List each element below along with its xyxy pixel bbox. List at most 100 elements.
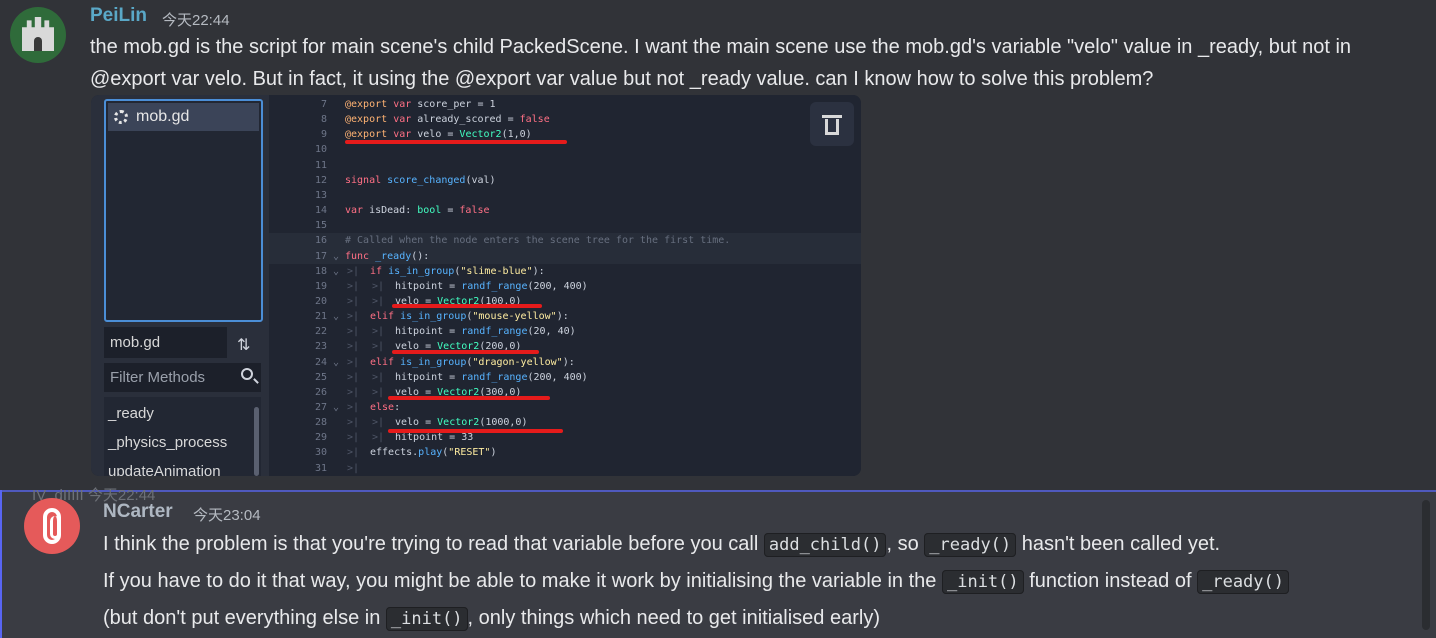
code-line[interactable]: 7 @export var score_per = 1 xyxy=(269,97,861,112)
search-icon xyxy=(241,368,253,380)
red-underline xyxy=(392,350,539,354)
code-line[interactable]: 28 velo = Vector2(1000,0) >| >| xyxy=(269,415,861,430)
line-number: 27 xyxy=(314,402,327,413)
fold-arrow-icon[interactable]: ⌄ xyxy=(333,309,339,324)
code-line[interactable]: 27 ⌄ else: >| xyxy=(269,400,861,415)
fold-arrow-icon[interactable]: ⌄ xyxy=(333,264,339,279)
line-number: 10 xyxy=(314,144,327,156)
user-avatar-ncarter[interactable] xyxy=(24,498,80,554)
fold-arrow-icon[interactable]: ⌄ xyxy=(333,400,339,415)
code-line[interactable]: 16 # Called when the node enters the scen… xyxy=(269,233,861,249)
code-line[interactable]: 21 ⌄ elif is_in_group("mouse-yellow"): >| xyxy=(269,309,861,324)
indent-guide: >| xyxy=(347,311,360,323)
line-number: 26 xyxy=(314,386,327,398)
indent-guide: >| xyxy=(372,432,385,444)
code-line[interactable]: 19 hitpoint = randf_range(200, 400) >| >| xyxy=(269,279,861,294)
method-item[interactable]: _ready xyxy=(108,405,154,422)
file-item-mob-gd[interactable]: mob.gd xyxy=(108,103,259,131)
timestamp-ncarter: 今天23:04 xyxy=(193,507,261,524)
inline-code: _init() xyxy=(941,570,1024,594)
indent-guide: >| xyxy=(372,326,385,338)
gear-icon xyxy=(114,110,128,124)
trash-icon xyxy=(825,119,839,135)
code-line[interactable]: 20 velo = Vector2(100,0) >| >| xyxy=(269,294,861,309)
indent-guide: >| xyxy=(347,371,360,383)
indent-guide: >| xyxy=(347,447,360,459)
code-line[interactable]: 30 effects.play("RESET") >| xyxy=(269,445,861,460)
code-text: hitpoint = randf_range(200, 400) xyxy=(395,280,588,292)
indent-guide: >| xyxy=(347,341,360,353)
code-line[interactable]: 25 hitpoint = randf_range(200, 400) >| >| xyxy=(269,370,861,385)
code-line[interactable]: 31 >| xyxy=(269,461,861,476)
inline-code: _ready() xyxy=(924,533,1017,557)
fold-arrow-icon[interactable]: ⌄ xyxy=(333,355,339,370)
code-line[interactable]: 17 ⌄ func _ready(): xyxy=(269,248,861,264)
line-number: 30 xyxy=(314,447,327,459)
line-number: 8 xyxy=(320,114,327,126)
code-line[interactable]: 18 ⌄ if is_in_group("slime-blue"): >| xyxy=(269,264,861,279)
indent-guide: >| xyxy=(347,462,360,474)
code-line[interactable]: 14 var isDead: bool = false xyxy=(269,203,861,218)
line-number: 12 xyxy=(314,174,327,186)
line-number: 17 xyxy=(314,250,327,262)
code-line[interactable]: 23 velo = Vector2(200,0) >| >| xyxy=(269,339,861,354)
timestamp-peilin: 今天22:44 xyxy=(162,12,230,29)
indent-guide: >| xyxy=(372,295,385,307)
code-line[interactable]: 12 signal score_changed(val) xyxy=(269,173,861,188)
line-number: 19 xyxy=(314,280,327,292)
code-text: hitpoint = randf_range(20, 40) xyxy=(395,326,576,338)
message-line: I think the problem is that you're tryin… xyxy=(103,533,1221,557)
indent-guide: >| xyxy=(372,341,385,353)
method-item[interactable]: updateAnimation xyxy=(108,463,221,476)
line-number: 31 xyxy=(314,462,327,474)
delete-attachment-button[interactable] xyxy=(810,102,854,146)
line-number: 23 xyxy=(314,341,327,353)
code-line[interactable]: 26 velo = Vector2(300,0) >| >| xyxy=(269,385,861,400)
line-number: 16 xyxy=(314,235,327,247)
indent-guide: >| xyxy=(372,417,385,429)
method-item[interactable]: _physics_process xyxy=(108,434,227,451)
code-line[interactable]: 10 xyxy=(269,142,861,157)
indent-guide: >| xyxy=(347,417,360,429)
user-avatar-peilin[interactable] xyxy=(10,7,66,63)
code-line[interactable]: 13 xyxy=(269,188,861,203)
attached-screenshot[interactable]: mob.gd mob.gd ⇅ Filter Methods _ready _p… xyxy=(91,95,861,476)
line-number: 13 xyxy=(314,189,327,201)
method-list-scrollbar[interactable] xyxy=(254,407,259,476)
code-text: elif is_in_group("mouse-yellow"): xyxy=(370,311,569,323)
username-ncarter[interactable]: NCarter xyxy=(103,501,173,523)
script-file-list: mob.gd xyxy=(104,99,263,322)
inline-code: add_child() xyxy=(763,533,887,557)
script-panel: mob.gd mob.gd ⇅ Filter Methods _ready _p… xyxy=(91,95,269,476)
red-underline xyxy=(388,429,563,433)
message-text-ncarter: I think the problem is that you're tryin… xyxy=(103,526,1289,637)
username-peilin[interactable]: PeiLin xyxy=(90,5,147,27)
indent-guide: >| xyxy=(347,356,360,368)
message-line: @export var velo. But in fact, it using … xyxy=(90,68,1154,90)
indent-guide: >| xyxy=(372,386,385,398)
code-line[interactable]: 8 @export var already_scored = false xyxy=(269,112,861,127)
code-text: @export var already_scored = false xyxy=(345,114,550,126)
code-text: func _ready(): xyxy=(345,250,430,262)
code-line[interactable]: 15 xyxy=(269,218,861,233)
fold-arrow-icon[interactable]: ⌄ xyxy=(333,249,339,264)
code-text: hitpoint = randf_range(200, 400) xyxy=(395,371,588,383)
filter-methods-input[interactable]: Filter Methods xyxy=(104,363,261,392)
sort-icon[interactable]: ⇅ xyxy=(237,335,250,355)
code-line[interactable]: 29 hitpoint = 33 >| >| xyxy=(269,430,861,445)
code-line[interactable]: 24 ⌄ elif is_in_group("dragon-yellow"): >| xyxy=(269,355,861,370)
filter-placeholder: Filter Methods xyxy=(110,369,206,386)
code-text: else: xyxy=(370,402,401,413)
indent-guide: >| xyxy=(347,265,360,277)
red-underline xyxy=(345,140,567,144)
line-number: 9 xyxy=(320,129,327,141)
scrollbar[interactable] xyxy=(1422,500,1430,630)
code-editor: 7 @export var score_per = 1 8 @export var a… xyxy=(269,95,861,476)
message-ncarter: IV_dIIIII 今天22:44 NCarter 今天23:04 I thin… xyxy=(0,487,1436,638)
line-number: 21 xyxy=(314,311,327,323)
message-text-peilin: the mob.gd is the script for main scene'… xyxy=(90,31,1351,95)
message-line: the mob.gd is the script for main scene'… xyxy=(90,36,1352,58)
code-text: effects.play("RESET") xyxy=(370,447,497,459)
code-line[interactable]: 11 xyxy=(269,158,861,173)
code-line[interactable]: 22 hitpoint = randf_range(20, 40) >| >| xyxy=(269,324,861,339)
